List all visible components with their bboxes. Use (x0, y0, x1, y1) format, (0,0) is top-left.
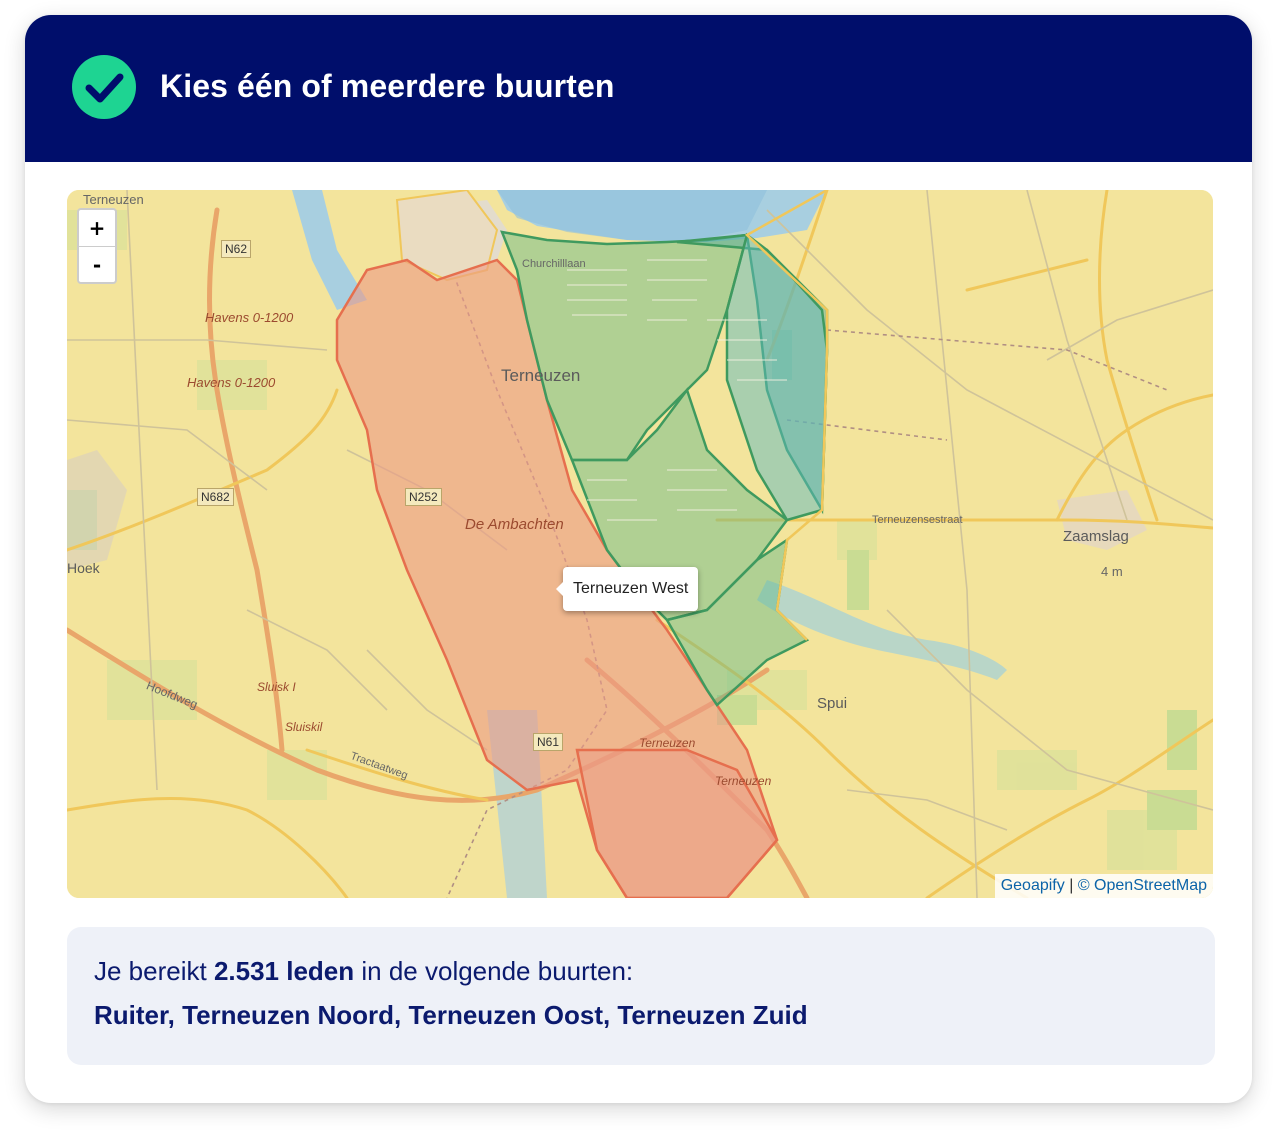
area-tooltip: Terneuzen West (555, 567, 699, 611)
summary-members-count: 2.531 leden (213, 956, 355, 986)
map-label-spui: Spui (817, 695, 848, 712)
road-shield-n252: N252 (405, 488, 442, 506)
map-label-de-ambachten: De Ambachten (465, 516, 564, 533)
map-label-terneuzen: Terneuzen (501, 366, 581, 385)
attribution-separator: | (1069, 877, 1074, 894)
map-label-churchilllaan: Churchilllaan (522, 258, 586, 270)
map-attribution: Geoapify | © OpenStreetMap (994, 874, 1213, 898)
road-shield-n682: N682 (197, 488, 234, 506)
map-label-terneuzen-road-1: Terneuzen (639, 736, 696, 750)
summary-neighbourhood-list: Ruiter, Terneuzen Noord, Terneuzen Oost,… (94, 1000, 808, 1030)
card-header: Kies één of meerdere buurten (25, 15, 1252, 162)
check-icon (72, 55, 136, 119)
zoom-in-button[interactable]: + (79, 210, 115, 247)
map-tiles[interactable] (67, 190, 1213, 898)
map-label-zaamslag: Zaamslag (1063, 528, 1129, 545)
summary-prefix: Je bereikt (94, 956, 214, 986)
map-label-sluis-i: Sluisk I (257, 680, 296, 694)
geoapify-link[interactable]: Geoapify (1001, 877, 1065, 894)
zoom-out-button[interactable]: - (79, 247, 115, 282)
road-shield-n62: N62 (221, 240, 252, 258)
map-label-height: 4 m (1101, 564, 1123, 579)
neighbourhood-map[interactable]: + - Terneuzen Terneuzen De Ambachten Zaa… (67, 190, 1213, 898)
map-label-sluiskil: Sluiskil (285, 720, 323, 734)
map-label-terneuzen-top: Terneuzen (83, 192, 144, 207)
map-label-hoek: Hoek (67, 560, 100, 576)
neighbourhood-card: Kies één of meerdere buurten + - Terneuz… (25, 15, 1252, 1103)
summary-panel: Je bereikt 2.531 leden in de volgende bu… (67, 927, 1215, 1065)
map-label-havens-2: Havens 0-1200 (187, 375, 276, 390)
map-label-terneuzen-road-2: Terneuzen (715, 774, 772, 788)
summary-suffix: in de volgende buurten: (354, 956, 634, 986)
map-label-terneuzensestraat: Terneuzensestraat (872, 514, 963, 526)
card-title: Kies één of meerdere buurten (160, 68, 615, 104)
zoom-control: + - (77, 208, 117, 284)
openstreetmap-link[interactable]: © OpenStreetMap (1078, 877, 1207, 894)
summary-reach-text: Je bereikt 2.531 leden in de volgende bu… (94, 956, 633, 987)
road-shield-n61: N61 (533, 733, 564, 751)
map-label-havens-1: Havens 0-1200 (205, 310, 294, 325)
